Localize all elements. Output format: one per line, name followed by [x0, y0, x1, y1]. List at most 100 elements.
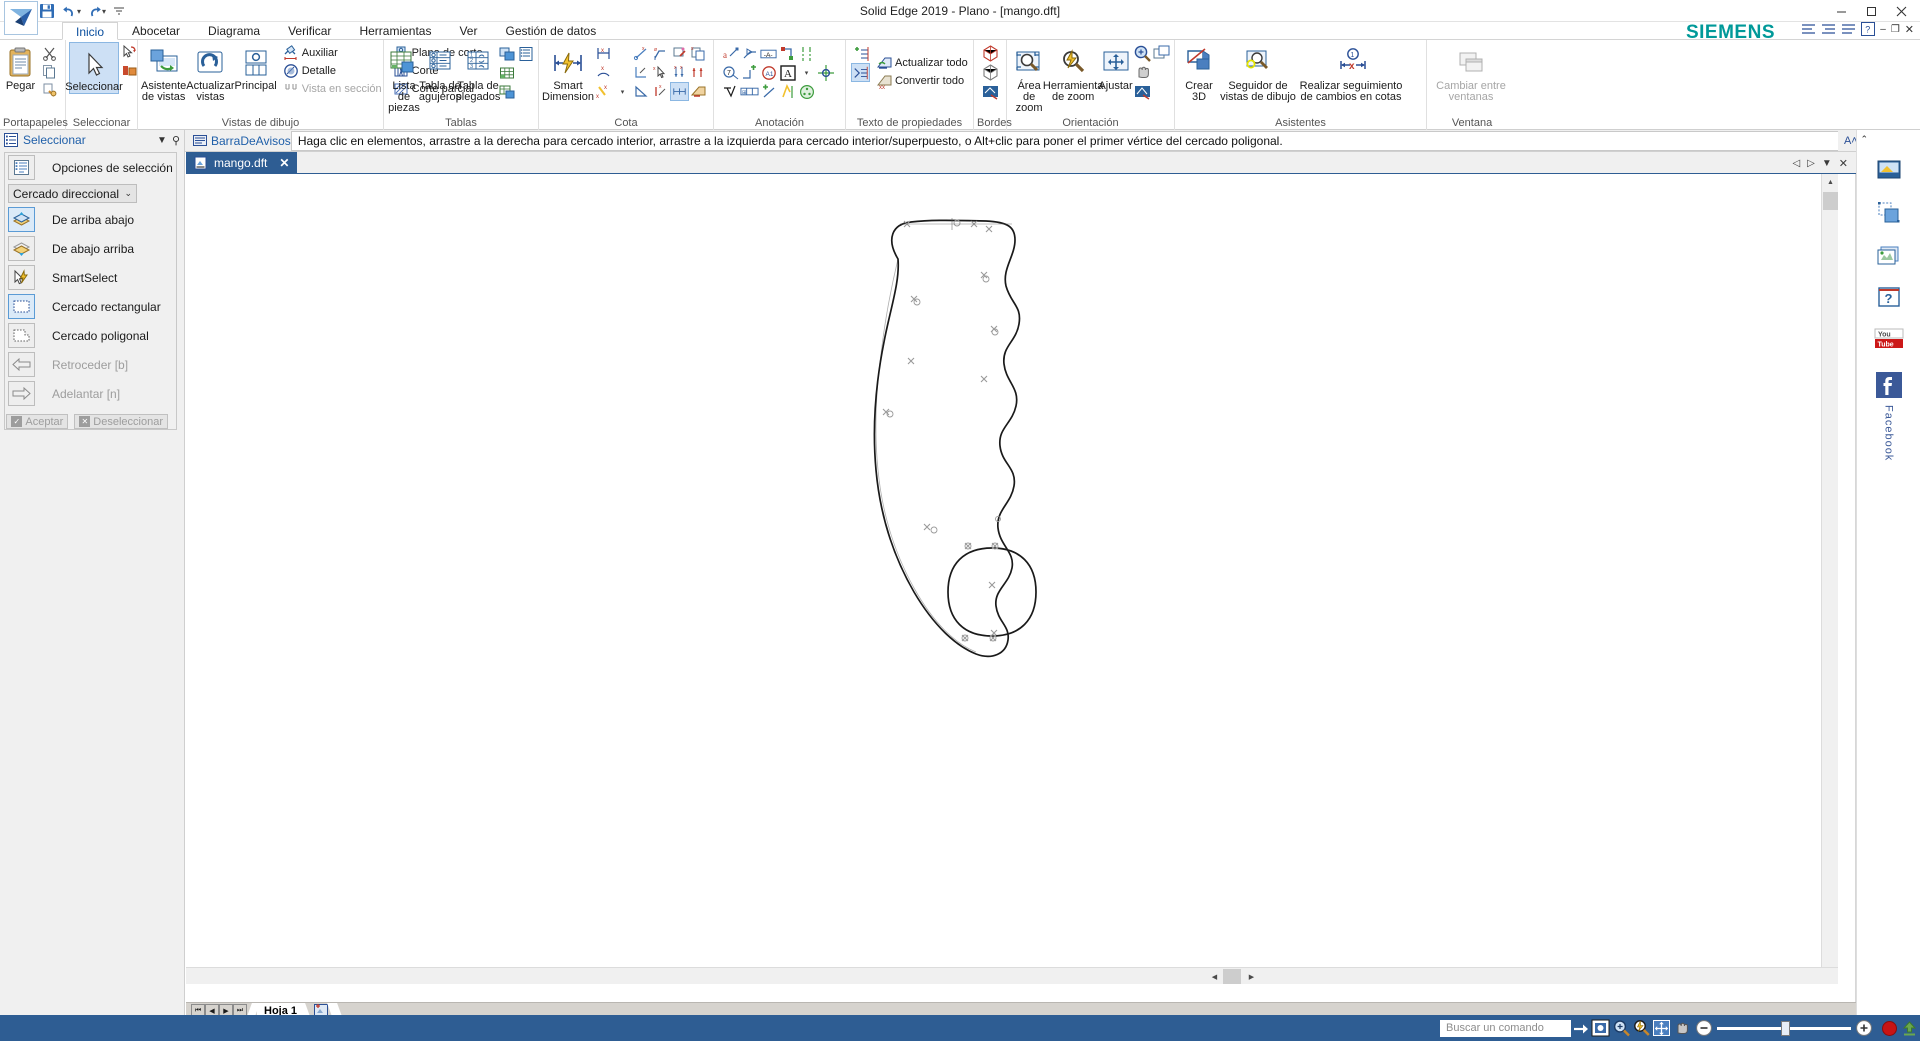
paint-view-icon[interactable]	[1133, 82, 1152, 101]
section-view-button[interactable]: Vista en sección	[280, 80, 384, 98]
list-table-icon[interactable]	[516, 44, 535, 63]
tab-ver[interactable]: Ver	[445, 21, 491, 39]
close-button[interactable]	[1886, 1, 1916, 21]
zoom-area-icon[interactable]	[1611, 1018, 1631, 1039]
weld-symbol-icon[interactable]	[740, 63, 759, 82]
dropdown-icon[interactable]: ▼	[1822, 158, 1832, 169]
detail-view-button[interactable]: Detalle	[280, 62, 384, 80]
selection-options-row[interactable]: Opciones de selección	[5, 153, 176, 182]
chamfer-dim-icon[interactable]: ø	[651, 44, 670, 63]
tab-gestion-de-datos[interactable]: Gestión de datos	[491, 21, 610, 39]
scroll-left-arrow[interactable]: ◀	[1206, 968, 1223, 984]
auxiliary-view-button[interactable]: Auxiliar	[280, 44, 384, 62]
dim-align-icon[interactable]	[689, 63, 708, 82]
add-table-icon[interactable]	[497, 82, 516, 101]
ribbon-display-options-3-icon[interactable]	[1841, 23, 1856, 36]
help-icon[interactable]: ?	[1861, 22, 1876, 36]
scroll-up-arrow[interactable]: ▲	[1822, 174, 1838, 191]
fit-button[interactable]: Ajustar	[1098, 42, 1133, 92]
zoom-tool-icon[interactable]	[1631, 1018, 1651, 1039]
zoom-area-button[interactable]: Área de zoom	[1010, 42, 1048, 114]
close-icon[interactable]: ✕	[1839, 157, 1848, 170]
dim-axis-icon[interactable]	[632, 63, 651, 82]
create-3d-button[interactable]: Crear 3D	[1178, 42, 1220, 103]
fit-icon[interactable]	[1651, 1018, 1671, 1039]
navigate-back-row[interactable]: Retroceder [b]	[5, 350, 176, 379]
smart-dimension-button[interactable]: Smart Dimension	[542, 42, 594, 103]
mode-top-down-row[interactable]: De arriba abajo	[5, 205, 176, 234]
text-box-icon[interactable]: A	[778, 63, 797, 82]
accept-button[interactable]: ✓ Aceptar	[6, 414, 69, 429]
dim-select-icon[interactable]: x	[651, 63, 670, 82]
go-arrow-icon[interactable]	[1571, 1018, 1591, 1039]
next-icon[interactable]: ▷	[1807, 158, 1815, 169]
bend-table-button[interactable]: 1 2 3 Tabla de plegados	[456, 42, 500, 103]
library-icon[interactable]	[1872, 238, 1906, 272]
application-menu-button[interactable]	[4, 1, 38, 35]
convert-property-text-icon[interactable]	[851, 63, 870, 82]
balloon-number-icon[interactable]: 7	[721, 63, 740, 82]
ribbon-close-icon[interactable]: ✕	[1905, 23, 1914, 36]
scroll-right-arrow[interactable]: ▶	[1243, 968, 1260, 984]
horizontal-scroll-thumb[interactable]	[1223, 969, 1241, 984]
canvas-vertical-scrollbar[interactable]: ▲ ▼	[1821, 174, 1838, 984]
tab-verificar[interactable]: Verificar	[274, 21, 345, 39]
undo-dropdown-icon[interactable]: ▾	[77, 7, 81, 16]
ribbon-restore-icon[interactable]: ❐	[1891, 24, 1900, 35]
hole-table-button[interactable]: Tabla de agujeros	[419, 42, 461, 103]
youtube-icon[interactable]: You Tube	[1872, 322, 1906, 356]
grid-table-icon[interactable]	[497, 63, 516, 82]
vertical-scroll-thumb[interactable]	[1823, 192, 1838, 210]
tab-inicio[interactable]: Inicio	[62, 22, 119, 40]
layers-panel-icon[interactable]	[1872, 154, 1906, 188]
tab-diagrama[interactable]: Diagrama	[194, 21, 274, 39]
mode-smartselect-row[interactable]: SmartSelect	[5, 263, 176, 292]
paint-edges-icon[interactable]	[981, 82, 1000, 101]
prev-icon[interactable]: ◁	[1792, 158, 1800, 169]
text-dropdown-icon[interactable]: ▾	[797, 63, 816, 82]
mode-bottom-up-row[interactable]: De abajo arriba	[5, 234, 176, 263]
angle-between-icon[interactable]: x	[594, 63, 613, 82]
customize-qat-icon[interactable]	[108, 1, 130, 21]
zoom-tool-button[interactable]: Herramienta de zoom	[1043, 42, 1103, 103]
select-button[interactable]: Seleccionar	[65, 42, 123, 94]
paste-button[interactable]: Pegar	[3, 42, 38, 92]
dim-retrieve-icon[interactable]	[689, 82, 708, 101]
selection-mode-dropdown[interactable]: Cercado direccional ⌄	[8, 184, 137, 203]
upload-icon[interactable]	[1900, 1018, 1920, 1039]
zoom-track[interactable]	[1716, 1020, 1851, 1036]
pan-icon[interactable]	[1133, 63, 1152, 82]
tab-abocetar[interactable]: Abocetar	[118, 21, 194, 39]
drawing-view-tracker-button[interactable]: Seguidor de vistas de dibujo	[1220, 42, 1296, 103]
ribbon-display-options-2-icon[interactable]	[1821, 23, 1836, 36]
fit-window-icon[interactable]	[1591, 1018, 1611, 1039]
navigate-forward-row[interactable]: Adelantar [n]	[5, 379, 176, 408]
zoom-in-out-icon[interactable]	[1133, 44, 1152, 63]
thread-icon[interactable]	[778, 82, 797, 101]
datum-target-icon[interactable]	[797, 82, 816, 101]
zoom-in-button[interactable]	[1855, 1019, 1873, 1037]
help-icon[interactable]: ?	[1872, 280, 1906, 314]
minimize-button[interactable]	[1826, 1, 1856, 21]
connector-icon[interactable]	[759, 82, 778, 101]
center-mark-icon[interactable]	[816, 63, 835, 82]
save-icon[interactable]	[36, 1, 58, 21]
update-views-button[interactable]: Actualizar vistas	[186, 42, 235, 103]
ribbon-minimize-icon[interactable]: –	[1880, 24, 1886, 35]
leader-icon[interactable]	[778, 44, 797, 63]
dimension-change-tracker-button[interactable]: 1 x Realizar seguimiento de cambios en c…	[1296, 42, 1406, 103]
drawing-canvas-area[interactable]: ▲ ▼ ◀ ▶	[186, 174, 1856, 1002]
copy-format-button[interactable]	[38, 80, 62, 98]
dim-angle-tool-icon[interactable]	[632, 82, 651, 101]
surface-finish-icon[interactable]	[721, 82, 740, 101]
switch-windows-button[interactable]: Cambiar entre ventanas	[1430, 42, 1512, 103]
redo-dropdown-icon[interactable]: ▾	[102, 7, 106, 16]
dim-pick-icon[interactable]: x	[651, 82, 670, 101]
balloon-a-icon[interactable]: a	[721, 44, 740, 63]
add-property-text-icon[interactable]	[851, 44, 870, 63]
convert-all-button[interactable]: xx Convertir todo	[873, 72, 970, 90]
panel-pin-icon[interactable]: ⚲	[172, 134, 180, 147]
maximize-button[interactable]	[1856, 1, 1886, 21]
centerline-icon[interactable]	[797, 44, 816, 63]
window-switch-icon[interactable]	[1152, 44, 1171, 63]
